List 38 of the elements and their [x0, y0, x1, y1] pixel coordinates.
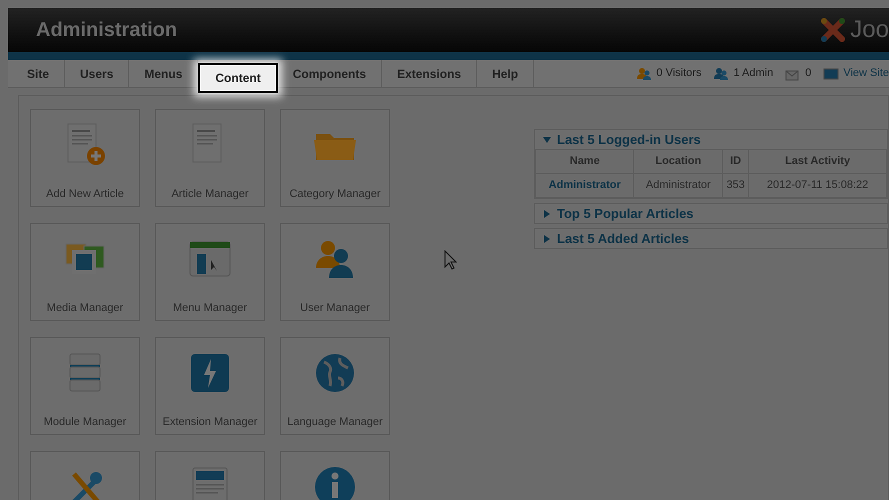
users-icon: [636, 66, 652, 80]
menu-tab[interactable]: Content: [198, 63, 278, 93]
menu-tab[interactable]: Site: [12, 60, 66, 87]
user-link[interactable]: Administrator: [536, 174, 634, 198]
quick-icon-card[interactable]: Media Manager: [30, 223, 140, 321]
quick-icon-card[interactable]: User Manager: [280, 223, 390, 321]
status-text: 0: [805, 66, 812, 82]
menu-tab[interactable]: Help: [477, 60, 534, 87]
quick-icon-card[interactable]: Language Manager: [280, 337, 390, 435]
column-header: Location: [634, 150, 723, 174]
status-text: 0 Visitors: [656, 66, 702, 82]
users-icon: [713, 66, 730, 80]
logo-icon: [820, 15, 846, 45]
status-text: 1 Admin: [733, 66, 774, 82]
caret-down-icon: [543, 136, 551, 144]
mouse-pointer-icon: [444, 250, 457, 270]
view-site-link[interactable]: View Site: [843, 65, 889, 82]
quick-icon-card[interactable]: Extension Manager: [155, 337, 265, 435]
header-title: Administration: [36, 18, 178, 43]
table-cell: 2012-07-11 15:08:22: [748, 174, 886, 198]
table-cell: Administrator: [634, 174, 723, 198]
caret-right-icon: [543, 234, 551, 242]
column-header: Name: [536, 150, 634, 174]
menu-tab[interactable]: Users: [65, 60, 130, 87]
quick-icon-card[interactable]: Module Manager: [30, 337, 140, 435]
column-header: Last Activity: [748, 150, 886, 174]
monitor-icon: [823, 66, 840, 80]
column-header: ID: [722, 150, 749, 174]
quick-icon-card[interactable]: Add New Article: [30, 109, 140, 207]
quick-icon-card[interactable]: Article Manager: [155, 109, 265, 207]
menu-tab[interactable]: Components: [278, 60, 382, 87]
quick-icon-card[interactable]: Menu Manager: [155, 223, 265, 321]
info-icon: [312, 464, 358, 500]
quick-icon-card[interactable]: Category Manager: [280, 109, 390, 207]
menu-tab[interactable]: Extensions: [382, 60, 478, 87]
table-cell: 353: [722, 174, 749, 198]
logo-text: Joo: [850, 18, 889, 42]
caret-right-icon: [543, 210, 551, 218]
